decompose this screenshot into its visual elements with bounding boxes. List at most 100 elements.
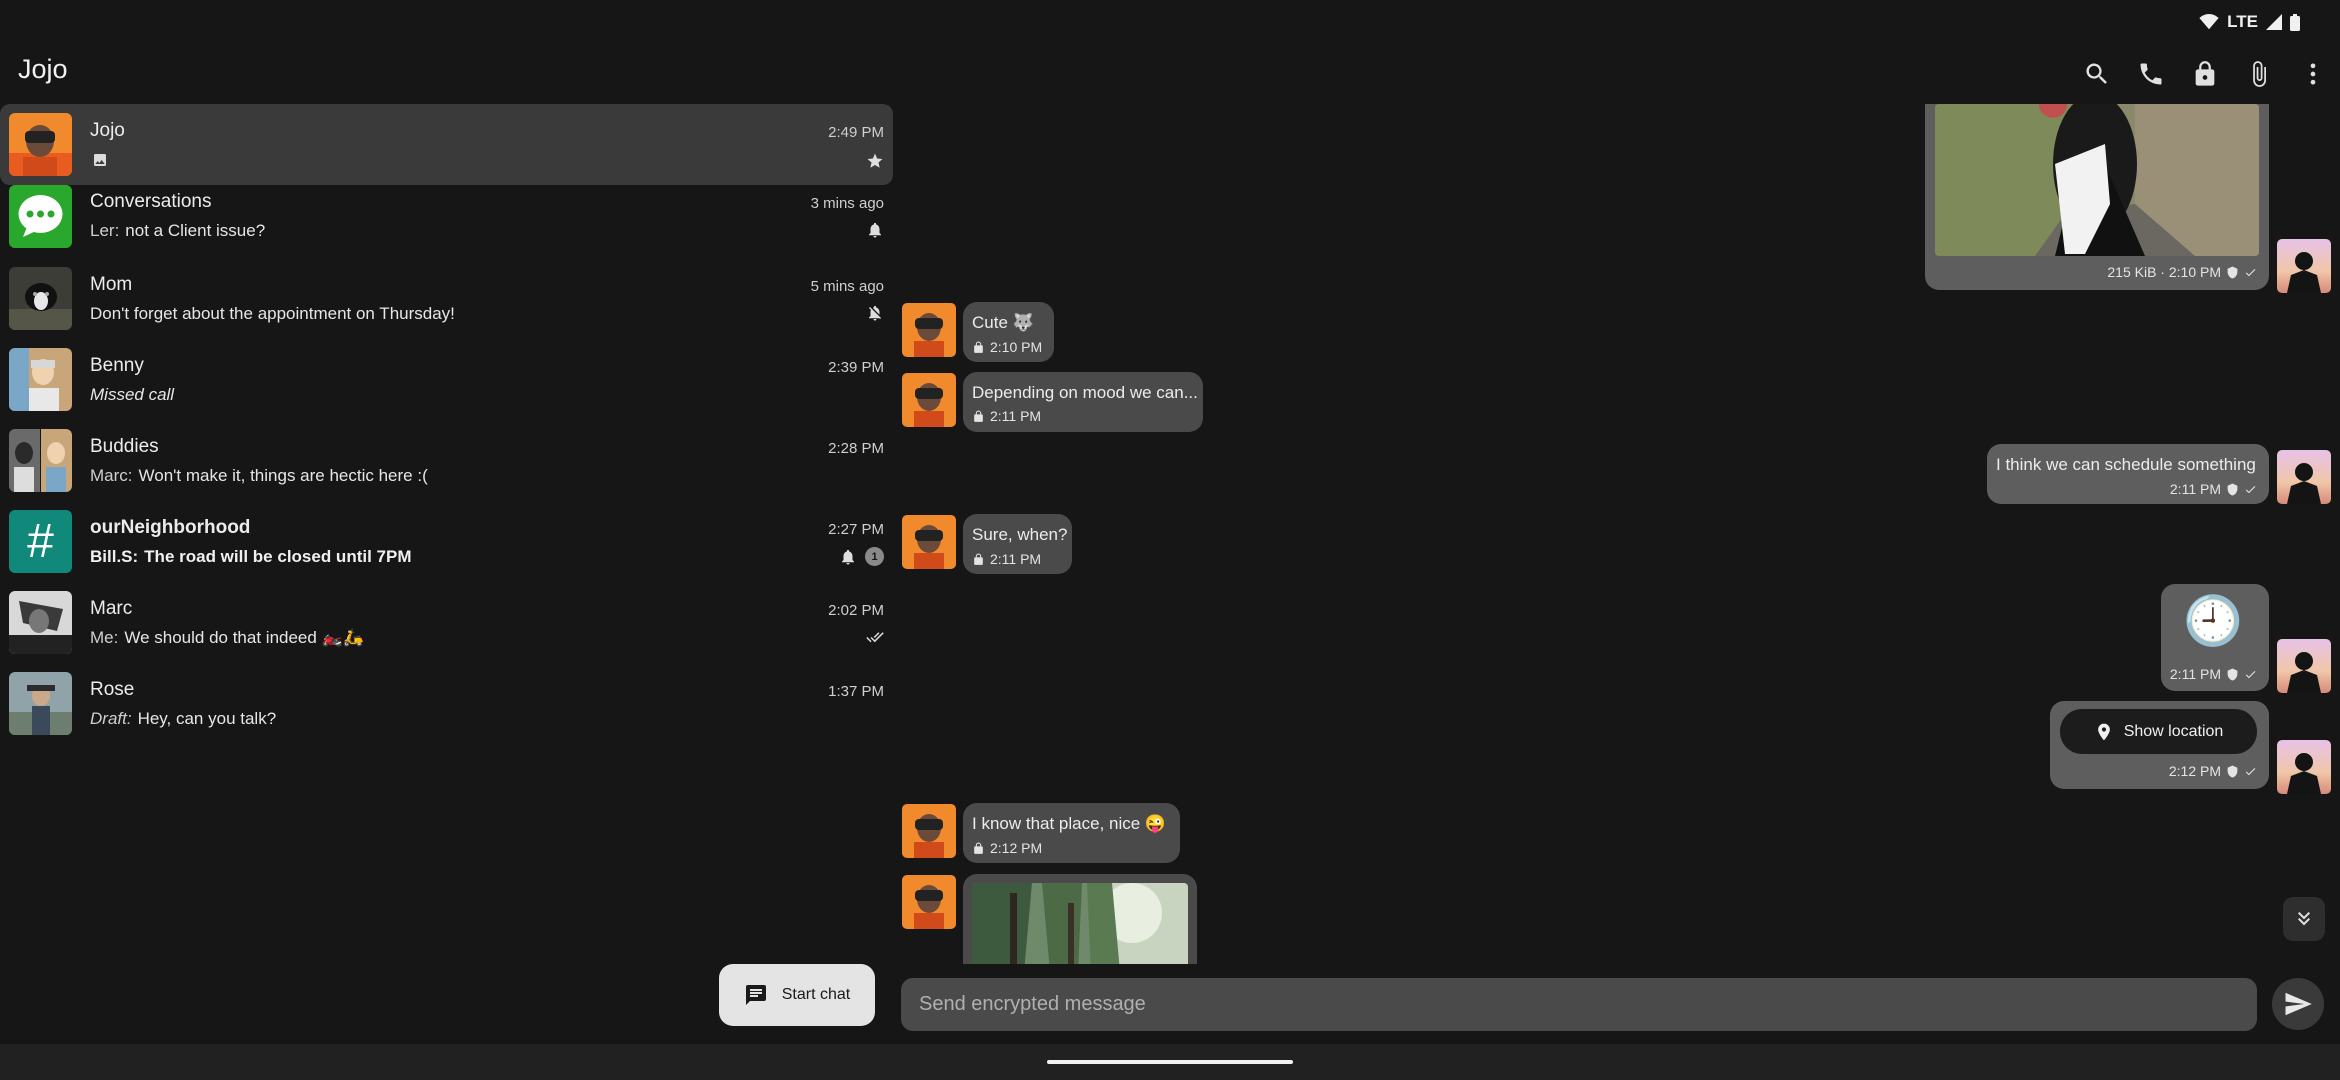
conversation-time: 2:49 PM <box>828 124 884 141</box>
check-icon <box>2245 670 2256 678</box>
message-time: 2:11 PM <box>990 551 1042 567</box>
conversation-item-conversations[interactable]: Conversations Ler: not a Client issue? 3 … <box>0 158 893 248</box>
page-title: Jojo <box>18 54 68 84</box>
conversation-preview: Bill.S: The road will be closed until 7PM <box>90 547 412 567</box>
conversation-item-rose[interactable]: Rose Draft: Hey, can you talk? 1:37 PM <box>0 671 893 752</box>
preview-sender: Me: <box>90 628 119 647</box>
contact-avatar <box>902 804 956 858</box>
bell-off-icon <box>869 305 881 321</box>
bell-icon <box>842 549 854 564</box>
message-bubble-incoming-image[interactable] <box>963 874 1197 964</box>
preview-sender: Marc: <box>90 466 133 485</box>
overflow-menu-button[interactable] <box>2286 50 2340 98</box>
search-button[interactable] <box>2070 50 2124 98</box>
phone-icon <box>2140 63 2162 85</box>
attach-button[interactable] <box>2232 50 2286 98</box>
message-bubble-outgoing[interactable]: I think we can schedule something 2:11 P… <box>1987 444 2269 504</box>
start-chat-button[interactable]: Start chat <box>719 964 875 1026</box>
conversation-time: 2:39 PM <box>828 359 884 376</box>
conversation-item-benny[interactable]: Benny Missed call 2:39 PM <box>0 347 893 428</box>
own-avatar <box>2277 740 2331 794</box>
battery-icon <box>2290 13 2300 31</box>
double-check-icon <box>866 632 884 643</box>
conversation-time: 1:37 PM <box>828 683 884 700</box>
avatar: # <box>9 510 72 573</box>
avatar-glyph: # <box>27 515 54 568</box>
check-icon <box>2245 485 2256 493</box>
conversation-time: 3 mins ago <box>810 195 884 212</box>
chat-icon <box>745 985 766 1005</box>
conversation-name: Marc <box>90 598 133 619</box>
message-text: I think we can schedule something <box>1996 455 2256 474</box>
conversation-preview: Draft: Hey, can you talk? <box>90 709 276 729</box>
message-time: 2:11 PM <box>2169 666 2221 682</box>
message-meta: 2:12 PM <box>2169 763 2257 779</box>
contact-avatar <box>902 515 956 569</box>
message-bubble-incoming[interactable]: Depending on mood we can... 2:11 PM <box>963 372 1203 432</box>
message-bubble-outgoing-emoji[interactable]: 🕘 2:11 PM <box>2161 584 2269 691</box>
encryption-button[interactable] <box>2178 50 2232 98</box>
start-chat-label: Start chat <box>781 986 851 1003</box>
conversation-item-ourneighborhood[interactable]: # ourNeighborhood Bill.S: The road will b… <box>0 509 893 590</box>
preview-sender: Ler: <box>90 221 120 240</box>
message-input[interactable] <box>901 978 2257 1031</box>
conversation-preview: Me: We should do that indeed 🏍️🛵 <box>90 628 364 648</box>
message-bubble-incoming[interactable]: Sure, when? 2:11 PM <box>963 514 1072 574</box>
avatar <box>9 672 72 735</box>
lock-icon <box>974 553 983 565</box>
message-meta: 2:12 PM <box>972 840 1042 856</box>
message-meta: 2:11 PM <box>2170 666 2257 682</box>
conversation-item-mom[interactable]: Mom Don't forget about the appointment o… <box>0 266 893 347</box>
bell-icon <box>869 222 881 238</box>
message-bubble-outgoing-location[interactable]: Show location 2:12 PM <box>2050 701 2269 789</box>
message-text: Depending on mood we can... <box>972 383 1198 402</box>
conversation-time: 2:27 PM <box>828 521 884 538</box>
avatar <box>9 591 72 654</box>
message-emoji: 🕘 <box>2183 595 2243 648</box>
conversation-preview: Ler: not a Client issue? <box>90 221 265 241</box>
lock-icon <box>974 842 983 854</box>
message-bubble-incoming[interactable]: I know that place, nice 😜 2:12 PM <box>963 803 1180 863</box>
check-icon <box>2245 268 2256 276</box>
conversation-time: 2:02 PM <box>828 602 884 619</box>
show-location-button[interactable]: Show location <box>2060 709 2257 754</box>
conversation-name: Benny <box>90 355 144 376</box>
conversation-time: 5 mins ago <box>810 278 884 295</box>
send-button[interactable] <box>2272 978 2324 1030</box>
attach-icon <box>2253 61 2266 87</box>
message-image[interactable] <box>1935 104 2259 256</box>
shield-icon <box>2227 765 2238 777</box>
conversation-name: Conversations <box>90 191 212 212</box>
message-size-time: 215 KiB · 2:10 PM <box>2107 264 2221 280</box>
check-icon <box>2245 767 2256 775</box>
own-avatar <box>2277 639 2331 693</box>
contact-avatar <box>902 303 956 357</box>
wifi-icon <box>2199 14 2219 30</box>
shield-icon <box>2227 266 2238 278</box>
message-bubble-outgoing-image[interactable]: 215 KiB · 2:10 PM <box>1925 104 2269 290</box>
message-meta: 2:11 PM <box>972 408 1041 424</box>
gesture-handle[interactable] <box>1047 1060 1293 1064</box>
message-meta: 2:11 PM <box>972 551 1041 567</box>
message-time: 2:11 PM <box>2169 481 2221 497</box>
avatar <box>9 348 72 411</box>
show-location-label: Show location <box>2123 722 2224 740</box>
message-image[interactable] <box>972 883 1188 964</box>
preview-text: The road will be closed until 7PM <box>144 547 412 566</box>
conversation-item-buddies[interactable]: Buddies Marc: Won't make it, things are h… <box>0 428 893 509</box>
message-meta: 215 KiB · 2:10 PM <box>2107 264 2257 280</box>
conversation-preview: Don't forget about the appointment on Th… <box>90 304 455 323</box>
conversation-list: Jojo 2:49 PM Conversations Ler: not a Cli… <box>0 104 900 1044</box>
location-pin-icon <box>2097 723 2110 740</box>
lock-icon <box>974 341 983 353</box>
conversation-item-marc[interactable]: Marc Me: We should do that indeed 🏍️🛵 2:0… <box>0 590 893 671</box>
message-text: Cute 🐺 <box>972 313 1034 332</box>
call-button[interactable] <box>2124 50 2178 98</box>
conversation-name: Buddies <box>90 436 159 457</box>
send-icon <box>2285 992 2312 1016</box>
scroll-to-bottom-button[interactable] <box>2283 897 2325 941</box>
message-bubble-incoming[interactable]: Cute 🐺 2:10 PM <box>963 302 1054 362</box>
preview-text: not a Client issue? <box>125 221 266 240</box>
message-text: I know that place, nice 😜 <box>972 814 1167 833</box>
preview-text: Missed call <box>90 385 175 404</box>
